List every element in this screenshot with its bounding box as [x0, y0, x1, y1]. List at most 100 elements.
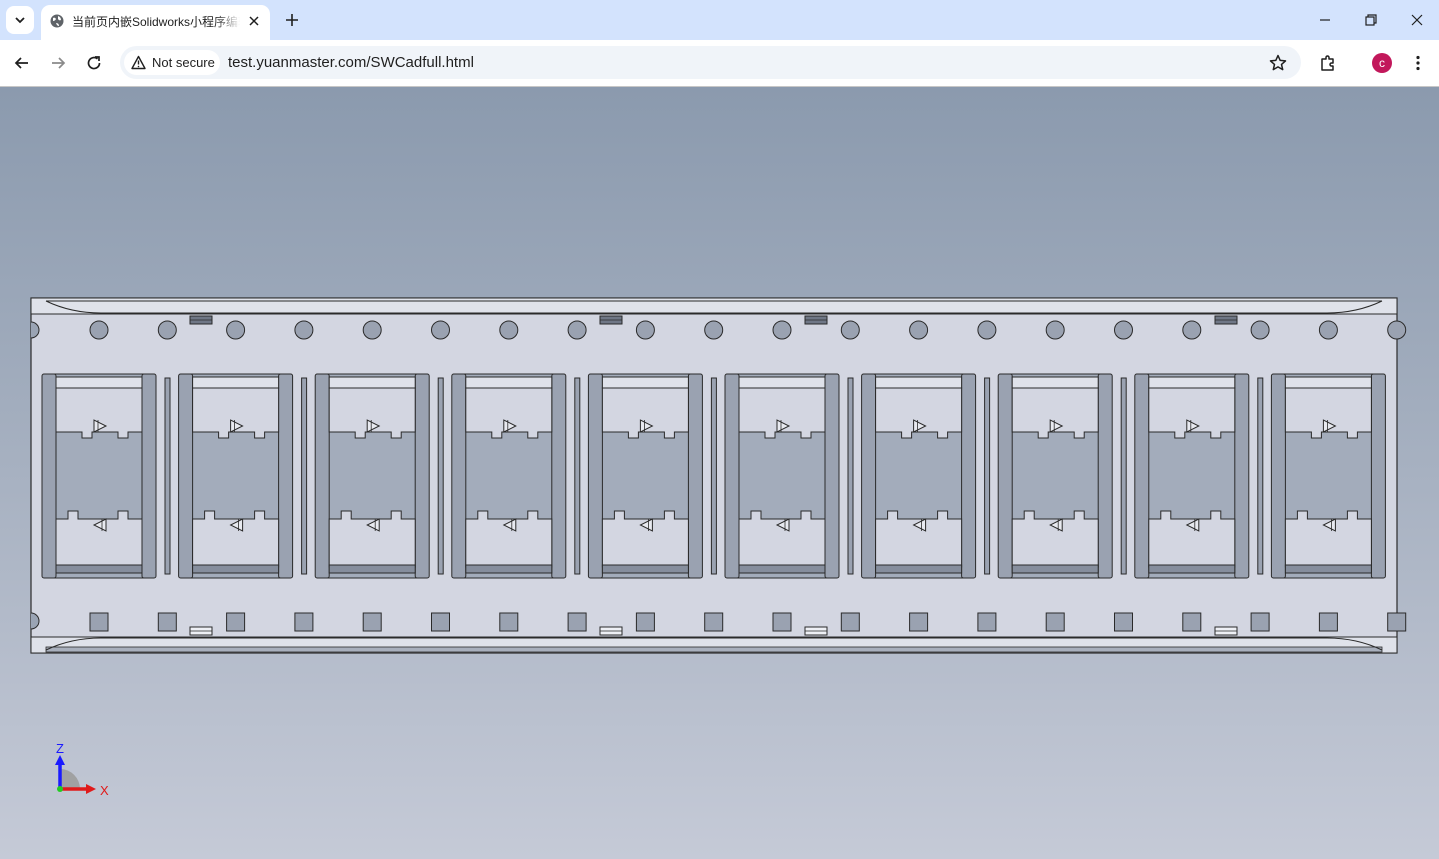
arrow-left-icon[interactable]: [12, 53, 32, 73]
square-cutout: [157, 612, 177, 632]
divider-slot: [847, 377, 854, 575]
upper-tab: [192, 387, 280, 439]
lower-tab: [1284, 510, 1372, 568]
security-label: Not secure: [152, 55, 215, 70]
square-cutout: [499, 612, 519, 632]
warning-triangle-icon: [131, 55, 146, 70]
cell-post-right: [824, 373, 840, 579]
axis-triad: Z X: [55, 741, 109, 798]
upper-tab: [328, 387, 416, 439]
square-cutout: [431, 612, 450, 632]
lower-tab: [1011, 510, 1099, 568]
cell-post-right: [141, 373, 157, 579]
upper-tab: [1148, 387, 1236, 439]
divider-slot: [574, 377, 581, 575]
square-cutout: [909, 612, 929, 632]
close-icon[interactable]: [246, 13, 262, 29]
upper-tab-rail: [1148, 376, 1236, 389]
cell-post-left: [997, 373, 1013, 579]
cell-post-left: [41, 373, 57, 579]
upper-tab: [55, 387, 143, 439]
square-cutout: [635, 612, 655, 632]
kebab-menu-icon[interactable]: [1408, 53, 1428, 73]
lower-tab: [738, 510, 826, 568]
lower-tab-rail: [1148, 564, 1236, 574]
cell-post-left: [1270, 373, 1286, 579]
mounting-hole: [840, 320, 860, 340]
square-cutout: [1114, 612, 1133, 632]
cell-post-right: [414, 373, 430, 579]
square-cutout: [567, 612, 587, 632]
upper-tab-rail: [1011, 376, 1099, 389]
lower-tab: [1148, 510, 1236, 568]
square-cutout: [840, 612, 860, 632]
mounting-hole: [909, 320, 929, 340]
lower-tab-rail: [1284, 564, 1372, 574]
arrow-right-icon[interactable]: [48, 53, 68, 73]
lower-tab-rail: [328, 564, 416, 574]
divider-slot: [1257, 377, 1264, 575]
profile-avatar[interactable]: c: [1372, 53, 1392, 73]
puzzle-icon[interactable]: [1318, 53, 1338, 73]
square-cutout: [977, 612, 997, 632]
square-cutout: [226, 612, 246, 632]
divider-slot: [1120, 377, 1127, 575]
mounting-hole: [772, 320, 792, 340]
mounting-hole: [499, 320, 519, 340]
plus-icon[interactable]: [282, 10, 302, 30]
mounting-hole: [362, 320, 382, 340]
upper-tab-rail: [1284, 376, 1372, 389]
upper-tab-rail: [738, 376, 826, 389]
upper-tab-rail: [192, 376, 280, 389]
upper-tab: [601, 387, 689, 439]
upper-tab: [738, 387, 826, 439]
tab-search-button[interactable]: [6, 6, 34, 34]
lower-tab: [601, 510, 689, 568]
lower-tab-rail: [601, 564, 689, 574]
lower-tab: [328, 510, 416, 568]
browser-tab-active[interactable]: 当前页内嵌Solidworks小程序编辑器: [41, 5, 270, 40]
x-axis-label: X: [100, 783, 109, 798]
url-text[interactable]: test.yuanmaster.com/SWCadfull.html: [228, 53, 474, 72]
security-chip[interactable]: Not secure: [124, 50, 220, 75]
cell-post-right: [687, 373, 703, 579]
z-axis-label: Z: [56, 741, 64, 756]
cell-post-left: [451, 373, 467, 579]
mounting-hole: [1387, 320, 1407, 340]
divider-slot: [301, 377, 308, 575]
square-cutout: [1045, 612, 1065, 632]
square-cutout: [294, 612, 314, 632]
square-cutout: [772, 612, 792, 632]
close-icon[interactable]: [1407, 10, 1427, 30]
minimize-icon[interactable]: [1315, 10, 1335, 30]
cell-post-right: [551, 373, 567, 579]
lower-tab: [192, 510, 280, 568]
upper-tab-rail: [55, 376, 143, 389]
upper-tab: [875, 387, 963, 439]
restore-icon[interactable]: [1361, 10, 1381, 30]
cell-post-right: [278, 373, 294, 579]
mounting-hole: [1318, 320, 1338, 340]
bottom-rail-shadow: [45, 646, 1383, 653]
address-bar[interactable]: Not secure test.yuanmaster.com/SWCadfull…: [120, 46, 1301, 79]
star-icon[interactable]: [1268, 53, 1288, 73]
part-model[interactable]: [0, 87, 1439, 859]
upper-tab: [465, 387, 553, 439]
lower-tab: [465, 510, 553, 568]
mounting-hole: [1114, 320, 1133, 340]
square-cutout: [1387, 612, 1407, 632]
lower-tab-rail: [1011, 564, 1099, 574]
cad-viewport[interactable]: Z X: [0, 87, 1439, 859]
cell-post-left: [1134, 373, 1150, 579]
square-cutout: [704, 612, 724, 632]
reload-icon[interactable]: [84, 53, 104, 73]
lower-tab: [875, 510, 963, 568]
square-cutout: [1318, 612, 1338, 632]
mounting-hole: [89, 320, 109, 340]
cell-post-right: [1097, 373, 1113, 579]
mounting-hole: [635, 320, 655, 340]
lower-tab-rail: [192, 564, 280, 574]
cell-post-left: [724, 373, 740, 579]
browser-title-bar: 当前页内嵌Solidworks小程序编辑器: [0, 0, 1439, 40]
chevron-down-icon: [15, 17, 25, 24]
